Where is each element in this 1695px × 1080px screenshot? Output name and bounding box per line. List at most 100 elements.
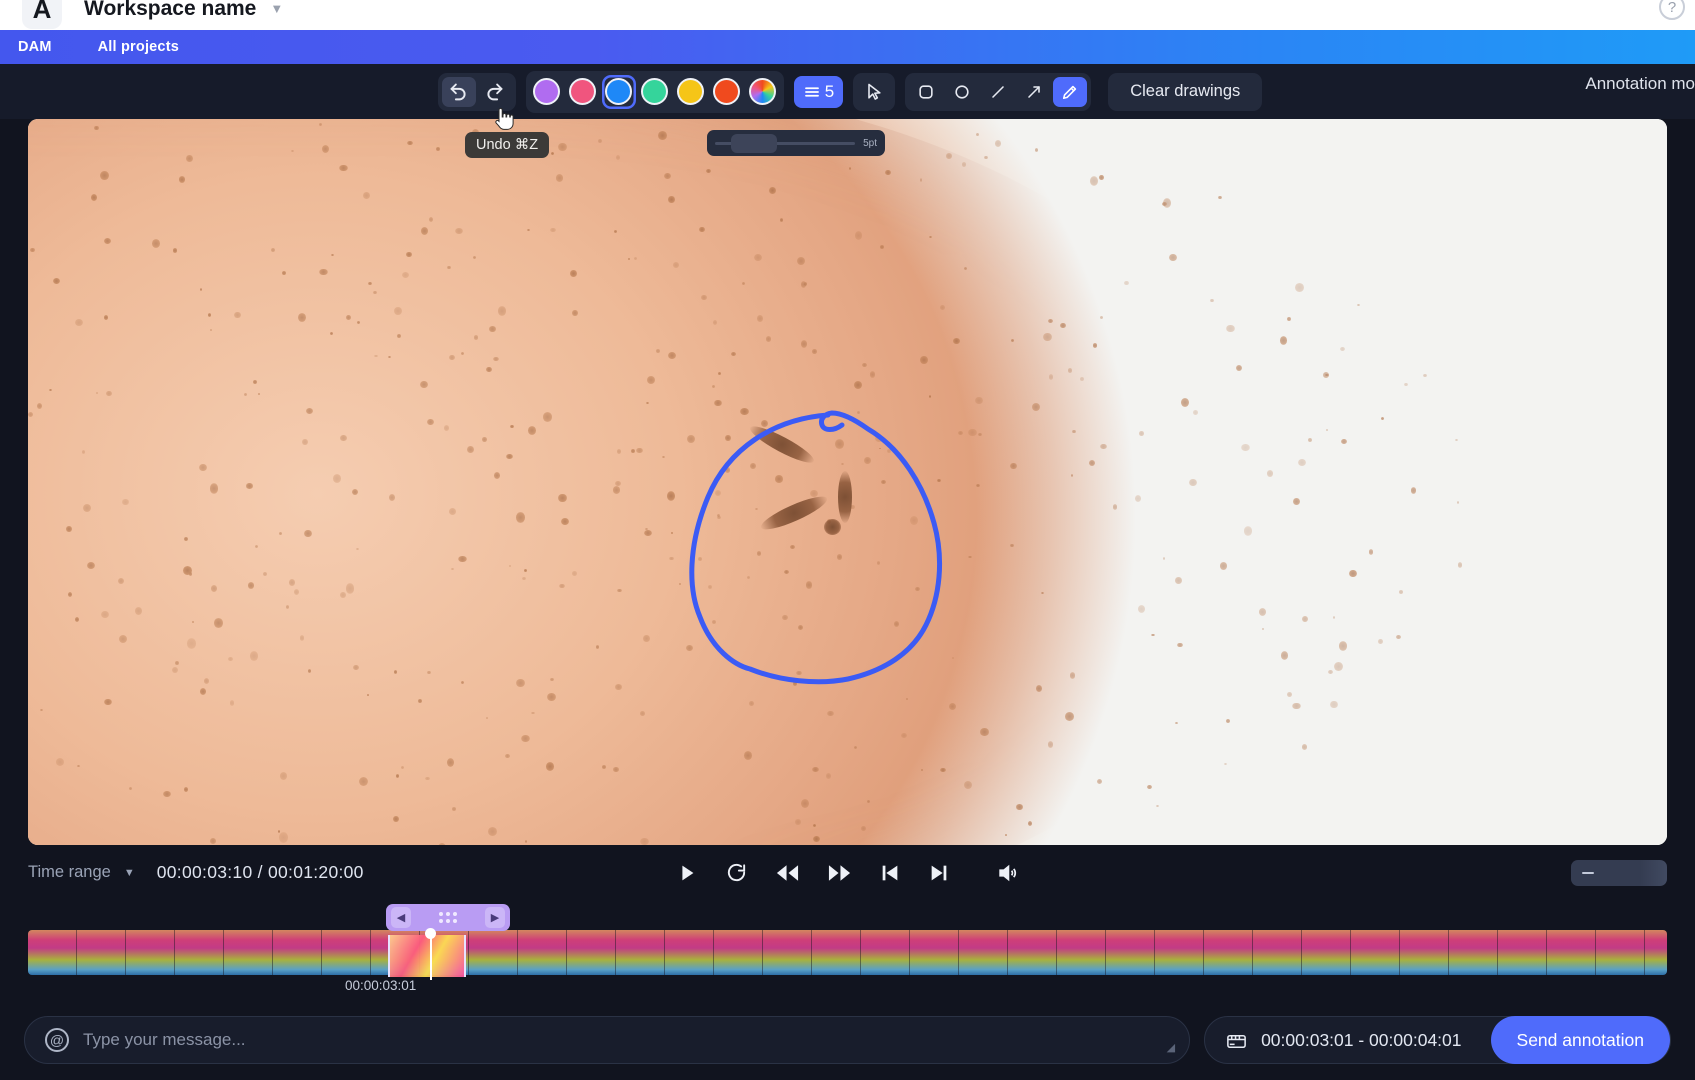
chevron-down-icon[interactable]: ▼ [270,1,283,16]
send-annotation-button[interactable]: Send annotation [1490,1016,1670,1064]
filmstrip-frame[interactable] [910,930,959,975]
clear-drawings-button[interactable]: Clear drawings [1108,72,1263,111]
filmstrip-frame[interactable] [1547,930,1596,975]
annotation-range-text: 00:00:03:01 - 00:00:04:01 [1261,1029,1462,1050]
filmstrip-frame[interactable] [1008,930,1057,975]
rewind-button[interactable] [775,862,800,884]
filmstrip-frame[interactable] [616,930,665,975]
color-swatch-purple[interactable] [530,75,564,109]
filmstrip-frame[interactable] [322,930,371,975]
color-swatch-pink[interactable] [566,75,600,109]
message-input-placeholder[interactable]: Type your message... [83,1030,246,1050]
nav-item-all-projects[interactable]: All projects [98,39,179,55]
help-button[interactable]: ? [1659,0,1685,20]
filmstrip-frame[interactable] [28,930,77,975]
nav-item-dam[interactable]: DAM [18,39,52,55]
help-icon: ? [1659,0,1685,20]
mole-cluster [728,419,958,609]
range-handle-right-arrow[interactable]: ▶ [485,907,505,928]
ellipse-tool[interactable] [945,77,979,107]
annotation-range-pill[interactable]: 00:00:03:01 - 00:00:04:01 Send annotatio… [1204,1016,1671,1064]
chevron-down-icon: ▼ [123,866,135,879]
filmstrip-frame[interactable] [1400,930,1449,975]
filmstrip-frame[interactable] [1498,930,1547,975]
filmstrip[interactable] [28,930,1667,975]
workspace-bar: A Workspace name ▼ ? [0,0,1695,30]
filmstrip-frame[interactable] [1302,930,1351,975]
playhead[interactable] [430,932,432,980]
app-root: A Workspace name ▼ ? DAM All projects 5 … [0,0,1695,1080]
color-swatch-rainbow[interactable] [746,75,780,109]
rectangle-tool[interactable] [909,77,943,107]
stroke-thickness-value: 5 [824,81,835,101]
stroke-thickness-slider[interactable]: 5pt [707,130,885,156]
time-range-dropdown[interactable]: Time range ▼ [28,863,135,882]
volume-icon[interactable] [996,862,1019,884]
annotation-composer: @ Type your message... ◢ 00:00:03:01 - 0… [0,1000,1695,1080]
color-swatch-green[interactable] [638,75,672,109]
filmstrip-frame[interactable] [812,930,861,975]
cursor-tool[interactable] [857,77,891,107]
filmstrip-frame[interactable] [518,930,567,975]
filmstrip-frame[interactable] [77,930,126,975]
color-palette-group [525,70,784,113]
range-handle-left-arrow[interactable]: ◀ [391,907,411,928]
annotation-mode-label[interactable]: Annotation mo [1585,74,1695,94]
filmstrip-frame[interactable] [1204,930,1253,975]
resize-grip-icon[interactable]: ◢ [1167,1041,1175,1054]
send-annotation-label: Send annotation [1516,1029,1644,1050]
filmstrip-frame[interactable] [175,930,224,975]
filmstrip-frame[interactable] [1253,930,1302,975]
stroke-thickness-button[interactable]: 5 [793,75,844,108]
filmstrip-frame[interactable] [1449,930,1498,975]
filmstrip-frame[interactable] [959,930,1008,975]
filmstrip-frame[interactable] [567,930,616,975]
filmstrip-frame[interactable] [714,930,763,975]
arrow-tool[interactable] [1017,77,1051,107]
play-button[interactable] [676,861,698,885]
drag-grip-icon[interactable] [439,912,457,923]
clear-drawings-label: Clear drawings [1130,82,1241,100]
filmstrip-frame[interactable] [1645,930,1667,975]
slider-track[interactable] [715,133,856,153]
skip-previous-button[interactable] [879,862,901,884]
filmstrip-frame[interactable] [763,930,812,975]
skip-next-button[interactable] [928,862,950,884]
redo-button[interactable] [478,77,512,107]
message-input-container[interactable]: @ Type your message... ◢ [24,1016,1191,1064]
slider-knob[interactable] [731,133,777,153]
filmstrip-frame[interactable] [224,930,273,975]
player-controls-bar: Time range ▼ 00:00:03:10 / 00:01:20:00 [0,845,1695,900]
slider-value-label: 5pt [863,137,877,149]
select-tool-group [853,72,896,111]
filmstrip-frame[interactable] [1106,930,1155,975]
video-canvas[interactable] [28,119,1667,845]
filmstrip-frame[interactable] [1596,930,1645,975]
loop-button[interactable] [725,861,748,884]
workspace-name: Workspace name [84,0,257,20]
mention-icon[interactable]: @ [45,1028,69,1052]
filmstrip-frame[interactable] [1351,930,1400,975]
timeline-range-selection[interactable] [388,935,466,977]
color-swatch-blue[interactable] [601,74,636,109]
filmstrip-frame[interactable] [861,930,910,975]
fast-forward-button[interactable] [827,862,852,884]
color-swatch-yellow[interactable] [674,75,708,109]
filmstrip-frame[interactable] [273,930,322,975]
main-nav-bar: DAM All projects [0,30,1695,64]
zoom-control[interactable] [1571,859,1667,886]
pencil-tool[interactable] [1053,76,1088,107]
video-stage [0,119,1695,845]
timeline-current-time: 00:00:03:01 [345,978,417,993]
filmstrip-frame[interactable] [469,930,518,975]
filmstrip-frame[interactable] [1155,930,1204,975]
filmstrip-frame[interactable] [1057,930,1106,975]
color-swatch-red[interactable] [710,75,744,109]
zoom-out-icon[interactable] [1582,871,1594,874]
workspace-logo[interactable]: A [22,0,62,29]
filmstrip-frame[interactable] [665,930,714,975]
timeline-range-handle[interactable]: ◀ ▶ [386,904,510,931]
undo-button[interactable] [441,76,476,107]
filmstrip-frame[interactable] [126,930,175,975]
line-tool[interactable] [981,77,1015,107]
